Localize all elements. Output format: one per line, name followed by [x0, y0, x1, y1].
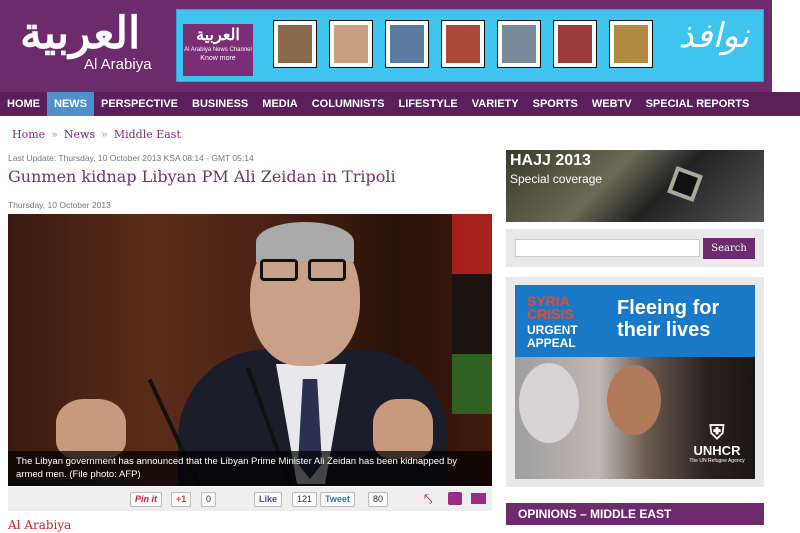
banner-channel-name: Al Arabiya News Channel — [184, 47, 252, 53]
unhcr-ad-header: SYRIA CRISIS URGENT APPEAL Fleeing for t… — [515, 285, 755, 357]
nav-item-news[interactable]: NEWS — [47, 92, 94, 116]
tweet-button[interactable]: Tweet — [320, 492, 355, 507]
banner-painting — [441, 20, 485, 68]
urgent-appeal-label: URGENT APPEAL — [527, 323, 578, 350]
article-photo[interactable] — [8, 214, 492, 486]
nav-item-business[interactable]: BUSINESS — [185, 92, 255, 116]
banner-painting — [329, 20, 373, 68]
banner-painting — [553, 20, 597, 68]
search-box: Search — [506, 229, 764, 267]
gplus-button[interactable]: +1 — [171, 492, 192, 507]
gplus-count: 0 — [201, 492, 217, 507]
hajj-promo[interactable]: HAJJ 2013 Special coverage — [506, 150, 764, 222]
hajj-subtitle: Special coverage — [510, 172, 603, 186]
nav-item-perspective[interactable]: PERSPECTIVE — [94, 92, 185, 116]
nav-item-lifestyle[interactable]: LIFESTYLE — [391, 92, 464, 116]
share-bar: Pin it +1 0 Like 121 Tweet 80 ⤣ — [8, 487, 492, 511]
photo-flag — [452, 214, 492, 414]
facebook-like-count: 121 — [292, 492, 318, 507]
kaaba-image — [667, 166, 703, 202]
pinit-button[interactable]: Pin it — [130, 492, 162, 507]
search-button[interactable]: Search — [703, 238, 755, 259]
nav-item-sports[interactable]: SPORTS — [526, 92, 585, 116]
unhcr-emblem-icon: ⛨ — [709, 422, 725, 444]
breadcrumb-separator: » — [101, 128, 108, 141]
hajj-title: HAJJ 2013 — [510, 152, 591, 169]
banner-painting — [497, 20, 541, 68]
banner-channel-logo: العربية Al Arabiya News Channel Know mor… — [183, 24, 253, 76]
nav-item-variety[interactable]: VARIETY — [465, 92, 526, 116]
search-input[interactable] — [515, 239, 700, 257]
photo-caption: The Libyan government has announced that… — [8, 451, 492, 486]
photo-child-face — [607, 365, 661, 435]
last-update: Last Update: Thursday, 10 October 2013 K… — [8, 153, 254, 163]
photo-person — [519, 363, 579, 443]
banner-logo-arabic: العربية — [196, 25, 240, 44]
facebook-like-button[interactable]: Like — [254, 492, 283, 507]
photo-hand-right — [373, 399, 433, 459]
photo-hair — [256, 222, 354, 262]
article-title: Gunmen kidnap Libyan PM Ali Zeidan in Tr… — [8, 167, 396, 186]
breadcrumb-section[interactable]: Middle East — [114, 128, 181, 141]
photo-glasses — [260, 259, 350, 281]
nav-filler — [772, 92, 800, 116]
syria-crisis-label: SYRIA CRISIS — [527, 293, 574, 322]
photo-hand-left — [56, 399, 126, 459]
banner-painting — [273, 20, 317, 68]
logo-arabic[interactable]: العربية — [20, 8, 140, 60]
nav-item-media[interactable]: MEDIA — [255, 92, 304, 116]
email-icon[interactable] — [471, 493, 486, 504]
banner-ad[interactable]: العربية Al Arabiya News Channel Know mor… — [176, 9, 764, 82]
tweet-count: 80 — [368, 492, 389, 507]
breadcrumb-news[interactable]: News — [64, 128, 95, 141]
nav-item-home[interactable]: HOME — [0, 92, 47, 116]
print-icon[interactable] — [448, 492, 462, 505]
breadcrumb-separator: » — [51, 128, 58, 141]
unhcr-org-name: UNHCR — [693, 443, 741, 458]
banner-painting — [385, 20, 429, 68]
unhcr-org-sub: The UN Refugee Agency — [689, 458, 745, 464]
unhcr-photo: ⛨ UNHCR The UN Refugee Agency — [515, 357, 755, 479]
banner-paintings — [273, 20, 653, 68]
unhcr-logo: ⛨ UNHCR The UN Refugee Agency — [687, 423, 747, 464]
breadcrumb: Home » News » Middle East — [12, 128, 181, 141]
site-header: العربية Al Arabiya العربية Al Arabiya Ne… — [0, 0, 772, 92]
logo-english[interactable]: Al Arabiya — [84, 56, 152, 73]
nav-item-special-reports[interactable]: SPECIAL REPORTS — [639, 92, 757, 116]
banner-painting — [609, 20, 653, 68]
breadcrumb-home[interactable]: Home — [12, 128, 45, 141]
opinions-header[interactable]: OPINIONS – MIDDLE EAST — [506, 503, 764, 525]
nav-item-columnists[interactable]: COLUMNISTS — [305, 92, 392, 116]
banner-script-text: نوافذ — [678, 16, 749, 56]
article-date: Thursday, 10 October 2013 — [8, 200, 111, 210]
pdf-icon[interactable]: ⤣ — [424, 491, 432, 508]
unhcr-headline: Fleeing for their lives — [617, 297, 720, 341]
nav-item-webtv[interactable]: WEBTV — [585, 92, 639, 116]
main-nav: HOME NEWS PERSPECTIVE BUSINESS MEDIA COLUMNIS… — [0, 92, 772, 116]
article-source[interactable]: Al Arabiya — [8, 518, 71, 532]
unhcr-ad[interactable]: SYRIA CRISIS URGENT APPEAL Fleeing for t… — [506, 277, 764, 487]
banner-know-more[interactable]: Know more — [183, 54, 253, 64]
